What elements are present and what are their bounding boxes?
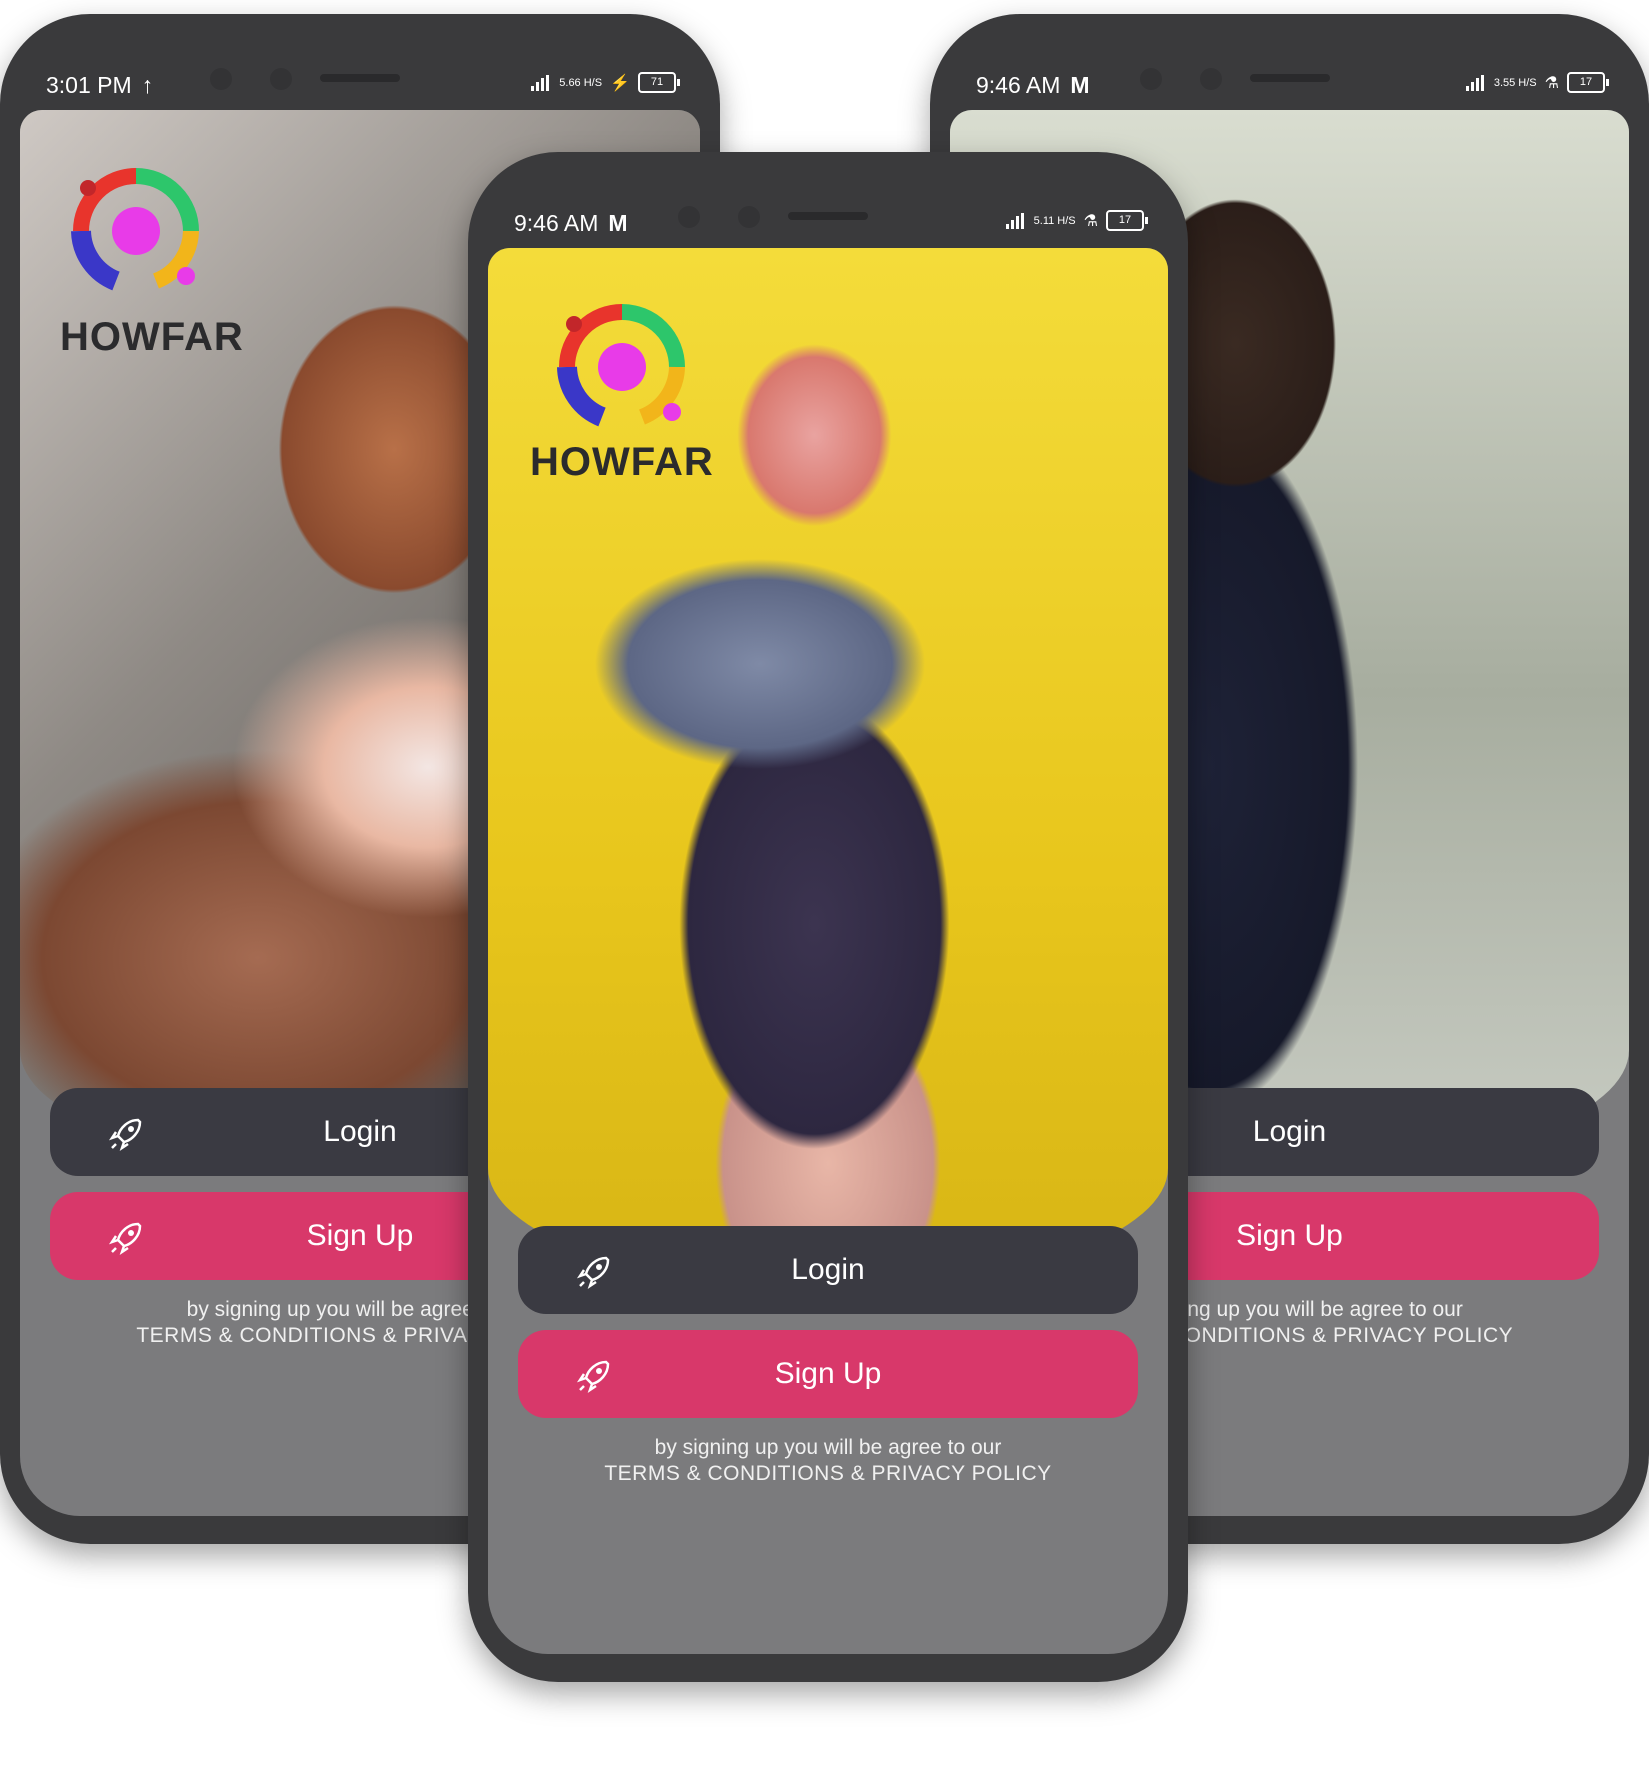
- flask-icon: ⚗: [1083, 212, 1098, 230]
- signup-label: Sign Up: [774, 1357, 882, 1390]
- rocket-icon: [108, 1218, 146, 1256]
- login-label: Login: [323, 1115, 397, 1148]
- brand-name: HOWFAR: [530, 440, 714, 484]
- status-time: 9:46 AM: [514, 210, 599, 236]
- battery-icon: 71: [638, 72, 680, 93]
- terms-link[interactable]: TERMS & CONDITIONS & PRIVACY POLICY: [488, 1462, 1168, 1486]
- login-label: Login: [791, 1253, 865, 1286]
- camera-sensor: [1200, 68, 1222, 90]
- camera-sensor: [270, 68, 292, 90]
- camera-sensor: [1140, 68, 1162, 90]
- status-bar: 9:46 AM M 3.55 H/S ⚗ 17: [930, 54, 1649, 114]
- gmail-icon: M: [608, 210, 628, 236]
- battery-icon: 17: [1106, 210, 1148, 231]
- flask-icon: ⚗: [1544, 74, 1559, 92]
- rocket-icon: [576, 1356, 614, 1394]
- speaker-grille: [788, 212, 868, 220]
- network-speed: 3.55 H/S: [1493, 76, 1537, 89]
- speaker-grille: [1249, 74, 1330, 82]
- phone-mockup-center: 9:46 AM M 5.11 H/S ⚗ 17 HOWFAR Login Sig…: [468, 152, 1188, 1682]
- howfar-logo-icon: [542, 292, 742, 442]
- login-label: Login: [1252, 1115, 1327, 1148]
- network-speed: 5.11 H/S: [1033, 214, 1076, 227]
- status-bar: 9:46 AM M 5.11 H/S ⚗ 17: [468, 192, 1188, 252]
- signal-icon: [1465, 74, 1486, 91]
- status-time: 9:46 AM: [976, 72, 1061, 98]
- speaker-grille: [320, 74, 400, 82]
- signup-label: Sign Up: [306, 1219, 414, 1252]
- legal-notice: by signing up you will be agree to our T…: [488, 1436, 1168, 1486]
- login-button[interactable]: Login: [518, 1226, 1138, 1314]
- upload-icon: ↑: [141, 72, 154, 98]
- signup-label: Sign Up: [1236, 1219, 1343, 1252]
- signal-icon: [1005, 212, 1026, 229]
- status-time: 3:01 PM: [46, 72, 132, 98]
- rocket-icon: [108, 1114, 146, 1152]
- network-speed: 5.66 H/S: [559, 76, 603, 89]
- rocket-icon: [576, 1252, 614, 1290]
- signup-button[interactable]: Sign Up: [518, 1330, 1138, 1418]
- howfar-logo-icon: [56, 156, 256, 306]
- gmail-icon: M: [1070, 72, 1090, 98]
- brand-name: HOWFAR: [60, 315, 244, 359]
- camera-sensor: [210, 68, 232, 90]
- app-screen: HOWFAR Login Sign Up by signing up you w…: [488, 248, 1168, 1654]
- charging-icon: ⚡: [610, 74, 630, 92]
- legal-text: by signing up you will be agree to our: [654, 1436, 1002, 1459]
- status-bar: 3:01 PM ↑ 5.66 H/S ⚡ 71: [0, 54, 720, 114]
- battery-icon: 17: [1567, 72, 1609, 93]
- camera-sensor: [738, 206, 760, 228]
- signal-icon: [531, 74, 551, 91]
- camera-sensor: [678, 206, 700, 228]
